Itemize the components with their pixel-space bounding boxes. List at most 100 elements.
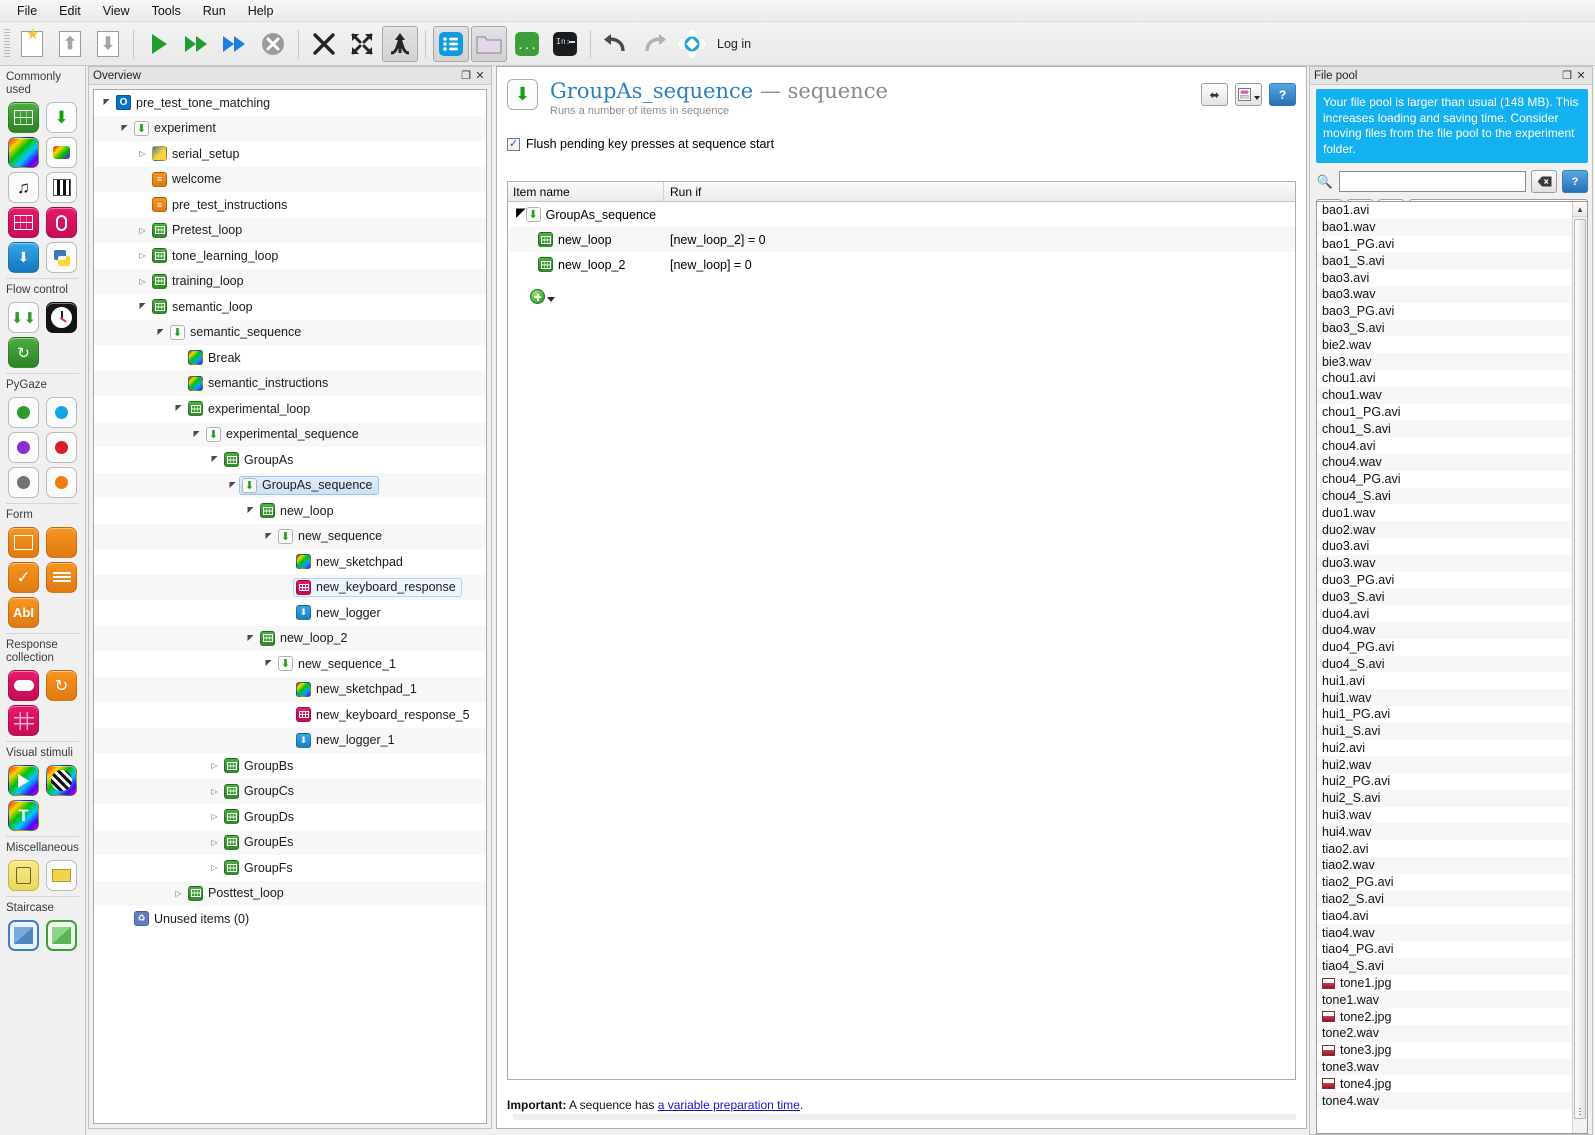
tree-row[interactable]: ⬇ new_logger (94, 600, 486, 626)
run-fullscreen-button[interactable] (141, 26, 177, 62)
file-pool-item[interactable]: chou1_PG.avi (1317, 404, 1572, 421)
palette-touch-response-icon[interactable] (8, 705, 39, 736)
table-cell-run-if[interactable]: [new_loop] = 0 (664, 258, 752, 272)
file-pool-item[interactable]: hui1_S.avi (1317, 722, 1572, 740)
tree-item[interactable]: training_loop (149, 272, 250, 291)
sequence-items-table[interactable]: Item name Run if ◢ ⬇ GroupAs_sequence new_l… (507, 181, 1296, 1080)
palette-form-base-icon[interactable] (8, 527, 39, 558)
palette-pygaze-stop-recording-icon[interactable] (46, 432, 77, 463)
tree-row[interactable]: ◢ ⬇ experiment (94, 115, 486, 141)
palette-pygaze-log-icon[interactable] (8, 467, 39, 498)
collapse-arrow-icon[interactable]: ◢ (136, 302, 149, 311)
tree-item[interactable]: GroupDs (221, 807, 300, 826)
menu-file[interactable]: File (6, 1, 48, 21)
flush-keypresses-checkbox[interactable]: ✓ (507, 137, 520, 151)
tree-row[interactable]: ◢ experimental_loop (94, 396, 486, 422)
palette-external-script-icon[interactable] (46, 860, 77, 891)
tree-item[interactable]: GroupFs (221, 858, 299, 877)
tree-row[interactable]: new_sketchpad (94, 549, 486, 575)
tree-item[interactable]: ⬇ experimental_sequence (203, 425, 365, 444)
tree-item[interactable]: ⬇ new_logger (293, 603, 387, 622)
file-pool-item[interactable]: tiao4.avi (1317, 907, 1572, 924)
variable-preparation-time-link[interactable]: a variable preparation time (658, 1098, 800, 1112)
file-pool-item[interactable]: tiao2.avi (1317, 840, 1572, 857)
collapse-arrow-icon[interactable]: ◢ (154, 328, 167, 337)
overview-float-button[interactable]: ❐ (459, 69, 473, 83)
palette-text-display-icon[interactable]: T (8, 800, 39, 831)
palette-sketchpad-icon[interactable] (8, 137, 39, 168)
tree-item[interactable]: new_keyboard_response (293, 577, 462, 597)
file-pool-item[interactable]: bao3_PG.avi (1317, 303, 1572, 320)
table-row[interactable]: ◢ ⬇ GroupAs_sequence (508, 202, 1295, 227)
expand-arrow-icon[interactable]: ▷ (172, 889, 185, 898)
file-pool-item[interactable]: hui1.wav (1317, 689, 1572, 706)
file-pool-item[interactable]: bao3.avi (1317, 269, 1572, 286)
file-pool-item[interactable]: bao1_PG.avi (1317, 236, 1572, 253)
file-pool-item[interactable]: tone2.jpg (1317, 1008, 1572, 1025)
view-script-button[interactable] (1235, 83, 1262, 106)
file-pool-item[interactable]: hui2_PG.avi (1317, 773, 1572, 790)
palette-quest-staircase-next-icon[interactable] (46, 920, 77, 951)
expand-arrow-icon[interactable]: ▷ (208, 761, 221, 770)
clear-search-button[interactable] (1531, 170, 1557, 193)
expand-arrow-icon[interactable]: ▷ (208, 812, 221, 821)
file-pool-item[interactable]: duo4_PG.avi (1317, 639, 1572, 656)
palette-form-text-input-icon[interactable]: AbI (8, 597, 39, 628)
close-other-tabs-button[interactable] (344, 26, 380, 62)
expand-arrow-icon[interactable]: ▷ (136, 251, 149, 260)
file-pool-item[interactable]: tiao4.wav (1317, 924, 1572, 942)
file-pool-item[interactable]: duo3_S.avi (1317, 588, 1572, 606)
undo-button[interactable] (598, 26, 634, 62)
file-pool-item[interactable]: tone1.jpg (1317, 975, 1572, 992)
collapse-arrow-icon[interactable]: ◢ (208, 455, 221, 464)
login-icon-button[interactable] (674, 26, 710, 62)
tree-row[interactable]: ◢ new_loop_2 (94, 625, 486, 651)
tree-item[interactable]: serial_setup (149, 144, 245, 163)
file-pool-item[interactable]: chou4_S.avi (1317, 487, 1572, 505)
tree-item[interactable]: new_sketchpad_1 (293, 680, 423, 699)
file-pool-item[interactable]: duo1.wav (1317, 504, 1572, 521)
tree-item[interactable]: ≡ welcome (149, 170, 227, 189)
expand-arrow-icon[interactable]: ▷ (208, 838, 221, 847)
palette-pygaze-start-recording-icon[interactable] (8, 432, 39, 463)
file-pool-item[interactable]: hui1.avi (1317, 672, 1572, 689)
expand-arrow-icon[interactable]: ▷ (136, 149, 149, 158)
file-pool-item[interactable]: hui3.wav (1317, 807, 1572, 824)
palette-gabor-patch-icon[interactable] (46, 765, 77, 796)
tree-row[interactable]: ▷ GroupBs (94, 753, 486, 779)
redo-button[interactable] (636, 26, 672, 62)
expand-arrow-icon[interactable]: ▷ (208, 787, 221, 796)
tree-row[interactable]: Break (94, 345, 486, 371)
collapse-arrow-icon[interactable]: ◢ (244, 506, 257, 515)
search-input[interactable] (1339, 171, 1526, 192)
toggle-maximize-button[interactable]: ⬌ (1201, 83, 1228, 106)
tree-item[interactable]: new_loop (257, 501, 340, 520)
file-pool-item[interactable]: duo4.wav (1317, 621, 1572, 639)
collapse-arrow-icon[interactable]: ◢ (190, 430, 203, 439)
tree-item[interactable]: new_loop_2 (257, 629, 353, 648)
tree-row[interactable]: ▷ Pretest_loop (94, 217, 486, 243)
palette-form-consent-icon[interactable] (46, 527, 77, 558)
tree-row[interactable]: ◢ GroupAs (94, 447, 486, 473)
palette-synth-icon[interactable] (46, 172, 77, 203)
collapse-arrow-icon[interactable]: ◢ (226, 481, 239, 490)
menu-tools[interactable]: Tools (141, 1, 192, 21)
expand-arrow-icon[interactable]: ▷ (136, 277, 149, 286)
file-pool-item[interactable]: tiao4_S.avi (1317, 957, 1572, 975)
tree-item[interactable]: semantic_instructions (185, 374, 334, 393)
tree-row[interactable]: ▷ Posttest_loop (94, 880, 486, 906)
palette-joystick-icon[interactable] (8, 670, 39, 701)
close-tab-button[interactable] (306, 26, 342, 62)
login-label[interactable]: Log in (717, 37, 751, 51)
show-overview-button[interactable] (433, 25, 469, 62)
menu-help[interactable]: Help (237, 1, 285, 21)
tree-item[interactable]: experimental_loop (185, 399, 316, 418)
file-pool-item[interactable]: tiao4_PG.avi (1317, 941, 1572, 958)
scroll-up-arrow-icon[interactable]: ▲ (1573, 202, 1587, 217)
run-in-window-button[interactable] (179, 26, 215, 62)
tree-item[interactable]: Opre_test_tone_matching (113, 93, 276, 112)
file-pool-item[interactable]: bao1.wav (1317, 218, 1572, 236)
tree-row[interactable]: ◢ semantic_loop (94, 294, 486, 320)
tree-item[interactable]: Posttest_loop (185, 884, 290, 903)
save-experiment-button[interactable]: ⬇ (90, 26, 126, 62)
